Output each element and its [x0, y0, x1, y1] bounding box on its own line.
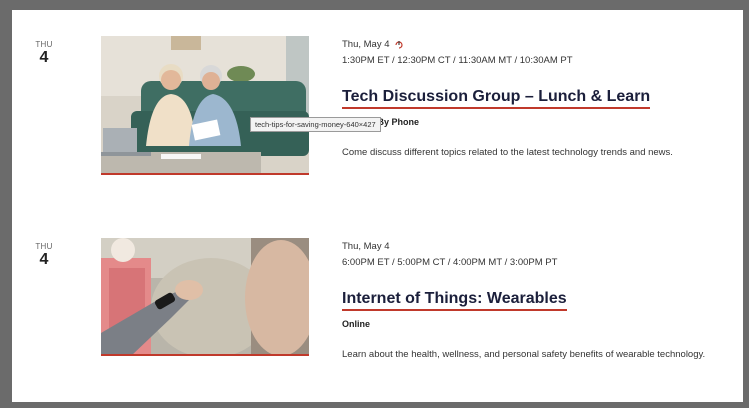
- event-info: Thu, May 4 1:30PM ET / 12:30PM CT / 11:3…: [342, 38, 732, 160]
- event-date: Thu, May 4: [342, 39, 390, 50]
- event-day-number: 4: [39, 251, 49, 268]
- event-day-number: 4: [39, 49, 49, 66]
- event-title-link[interactable]: Internet of Things: Wearables: [342, 290, 567, 311]
- event-description: Learn about the health, wellness, and pe…: [342, 349, 706, 360]
- image-filename-tooltip: tech-tips-for-saving-money-640×427: [250, 117, 381, 132]
- event-weekday: THU: [35, 242, 53, 251]
- window-border: [743, 0, 749, 408]
- event-format: Online: [342, 319, 371, 329]
- event-date: Thu, May 4: [342, 241, 390, 252]
- event-weekday: THU: [35, 40, 53, 49]
- wearable-watch-image: [101, 238, 309, 354]
- event-time: 6:00PM ET / 5:00PM CT / 4:00PM MT / 3:00…: [342, 257, 558, 268]
- event-list: THU 4 Thu, May 4 1:30PM ET / 12:30PM CT …: [12, 10, 743, 402]
- event-thumbnail[interactable]: [101, 238, 309, 356]
- event-time: 1:30PM ET / 12:30PM CT / 11:30AM MT / 10…: [342, 55, 573, 66]
- event-format: Online / By Phone: [342, 117, 420, 127]
- seniors-with-laptop-image: [101, 36, 309, 173]
- event-description: Come discuss different topics related to…: [342, 147, 673, 158]
- event-info: Thu, May 4 6:00PM ET / 5:00PM CT / 4:00P…: [342, 240, 732, 362]
- repeat-icon: [394, 40, 404, 50]
- event-title-link[interactable]: Tech Discussion Group – Lunch & Learn: [342, 88, 651, 109]
- event-thumbnail[interactable]: [101, 36, 309, 175]
